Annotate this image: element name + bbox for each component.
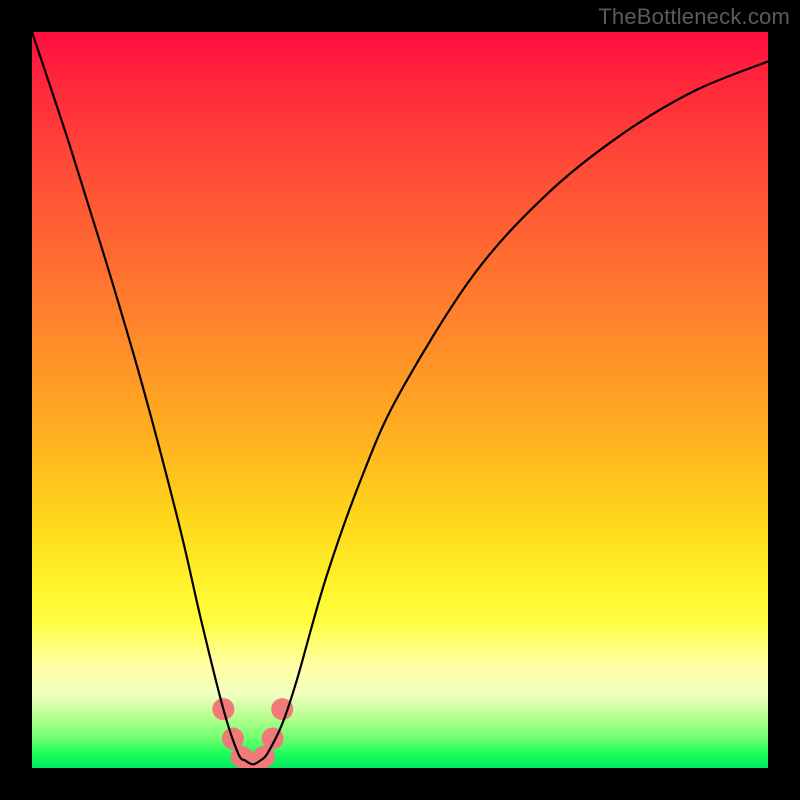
plot-area (32, 32, 768, 768)
watermark-text: TheBottleneck.com (598, 4, 790, 30)
chart-frame: TheBottleneck.com (0, 0, 800, 800)
chart-svg (32, 32, 768, 768)
bottleneck-curve (32, 32, 768, 764)
highlight-dot-group (212, 698, 293, 768)
